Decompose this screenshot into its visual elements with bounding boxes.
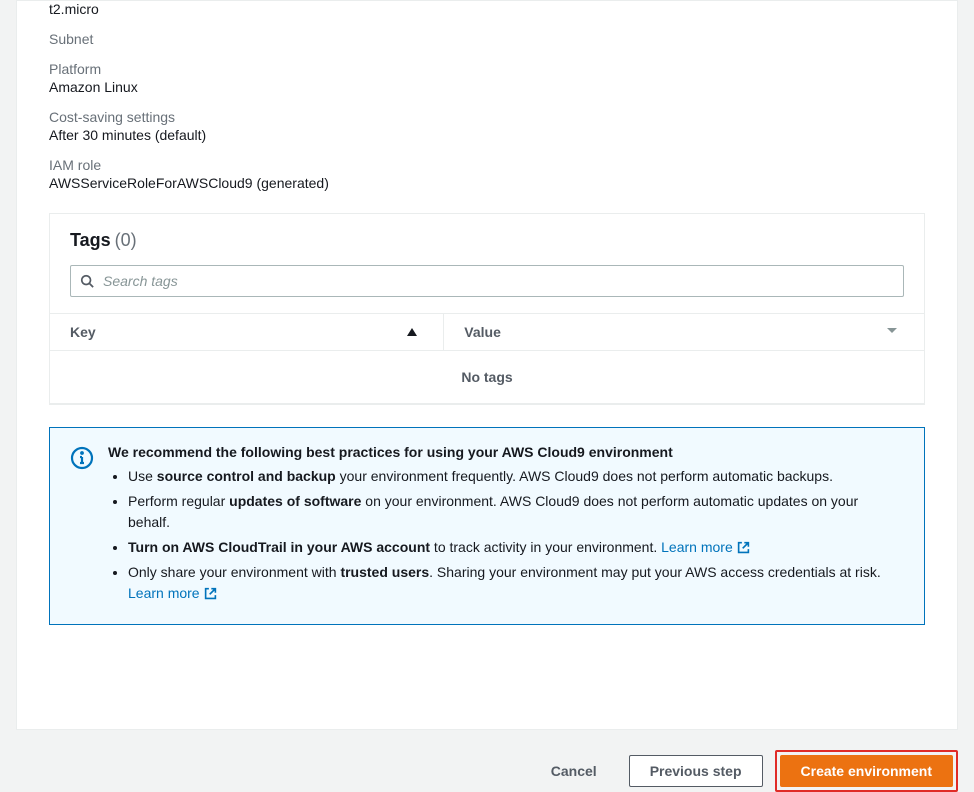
info-list-item: Use source control and backup your envir… xyxy=(128,466,904,487)
info-list: Use source control and backup your envir… xyxy=(108,466,904,604)
info-bold: updates of software xyxy=(229,493,361,509)
info-list-item: Perform regular updates of software on y… xyxy=(128,491,904,533)
create-environment-button[interactable]: Create environment xyxy=(780,755,953,787)
cost-value: After 30 minutes (default) xyxy=(49,127,925,143)
info-title: We recommend the following best practice… xyxy=(108,444,904,460)
sort-asc-icon xyxy=(407,328,417,336)
iam-label: IAM role xyxy=(49,157,925,173)
tags-col-value[interactable]: Value xyxy=(443,314,924,350)
tags-empty: No tags xyxy=(50,351,924,404)
tags-title: Tags xyxy=(70,230,111,250)
platform-value: Amazon Linux xyxy=(49,79,925,95)
learn-more-text: Learn more xyxy=(128,583,200,604)
tags-count: (0) xyxy=(115,230,137,250)
external-link-icon xyxy=(204,587,217,600)
tags-col-value-label: Value xyxy=(464,324,501,340)
external-link-icon xyxy=(737,541,750,554)
info-bold: Turn on AWS CloudTrail in your AWS accou… xyxy=(128,539,430,555)
platform-label: Platform xyxy=(49,61,925,77)
cost-field: Cost-saving settings After 30 minutes (d… xyxy=(49,109,925,143)
learn-more-link[interactable]: Learn more xyxy=(128,583,217,604)
create-button-highlight: Create environment xyxy=(775,750,958,792)
subnet-label: Subnet xyxy=(49,31,925,47)
best-practices-info: We recommend the following best practice… xyxy=(49,427,925,625)
info-list-item: Turn on AWS CloudTrail in your AWS accou… xyxy=(128,537,904,558)
tags-search-input[interactable] xyxy=(70,265,904,297)
instance-type-value: t2.micro xyxy=(49,1,925,17)
tags-section: Tags (0) Key Value xyxy=(49,213,925,405)
platform-field: Platform Amazon Linux xyxy=(49,61,925,95)
tags-search-wrap xyxy=(70,265,904,297)
info-content: We recommend the following best practice… xyxy=(108,444,904,608)
iam-field: IAM role AWSServiceRoleForAWSCloud9 (gen… xyxy=(49,157,925,191)
subnet-field: Subnet xyxy=(49,31,925,47)
tags-col-key-label: Key xyxy=(70,324,96,340)
learn-more-text: Learn more xyxy=(661,537,733,558)
learn-more-link[interactable]: Learn more xyxy=(661,537,750,558)
search-icon xyxy=(80,274,94,288)
tags-header: Tags (0) xyxy=(50,214,924,313)
tags-col-key[interactable]: Key xyxy=(50,314,443,350)
cost-label: Cost-saving settings xyxy=(49,109,925,125)
sort-none-icon xyxy=(886,325,898,340)
info-bold: source control and backup xyxy=(157,468,336,484)
previous-step-button[interactable]: Previous step xyxy=(629,755,763,787)
cancel-button[interactable]: Cancel xyxy=(531,755,617,787)
review-panel: t2.micro Subnet Platform Amazon Linux Co… xyxy=(16,0,958,730)
wizard-footer: Cancel Previous step Create environment xyxy=(0,730,974,792)
info-icon xyxy=(70,446,94,470)
info-list-item: Only share your environment with trusted… xyxy=(128,562,904,604)
tags-table-header: Key Value xyxy=(50,313,924,351)
iam-value: AWSServiceRoleForAWSCloud9 (generated) xyxy=(49,175,925,191)
info-bold: trusted users xyxy=(340,564,429,580)
